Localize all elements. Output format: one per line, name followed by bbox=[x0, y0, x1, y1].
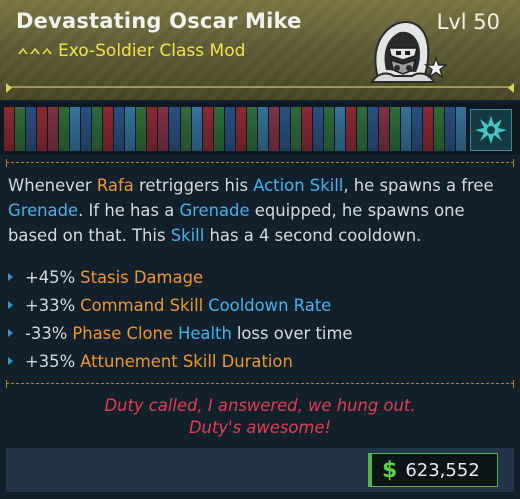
description-segment: has a 4 second cooldown. bbox=[204, 226, 422, 245]
strip-segment bbox=[81, 107, 92, 151]
item-card: Devastating Oscar Mike Exo-Soldier Class… bbox=[0, 0, 520, 499]
strip-segment bbox=[169, 107, 180, 151]
strip-segment bbox=[301, 107, 312, 151]
bullet-arrow-icon bbox=[8, 301, 13, 309]
strip-segment bbox=[37, 107, 48, 151]
header-left-corner bbox=[6, 83, 12, 93]
bonus-item: +33% Command Skill Cooldown Rate bbox=[6, 291, 514, 319]
divider-bottom bbox=[6, 380, 514, 388]
bullet-arrow-icon bbox=[8, 273, 13, 281]
rarity-chevrons-icon bbox=[18, 48, 52, 54]
strip-segment bbox=[59, 107, 70, 151]
bullet-arrow-icon bbox=[8, 329, 13, 337]
strip-segment bbox=[48, 107, 59, 151]
header-underline bbox=[8, 86, 512, 88]
strip-segment bbox=[70, 107, 81, 151]
bonus-stat: Cooldown Rate bbox=[208, 295, 332, 315]
strip-segment bbox=[334, 107, 345, 151]
bonus-value: +35% bbox=[25, 351, 76, 371]
item-footer: $ 623,552 bbox=[6, 448, 514, 492]
strip-segment bbox=[202, 107, 213, 151]
divider-top bbox=[6, 159, 514, 167]
description-segment: , he spawns a free bbox=[343, 176, 494, 195]
bonus-value: +33% bbox=[25, 295, 76, 315]
bonus-stat: loss over time bbox=[236, 323, 353, 343]
description-segment: retriggers his bbox=[133, 176, 254, 195]
description-segment: Skill bbox=[170, 226, 205, 245]
strip-segment bbox=[279, 107, 290, 151]
strip-segment bbox=[445, 107, 456, 151]
strip-segment bbox=[26, 107, 37, 151]
strip-segment bbox=[379, 107, 390, 151]
bonus-item: +45% Stasis Damage bbox=[6, 263, 514, 291]
flavor-line-2: Duty's awesome! bbox=[188, 418, 332, 437]
strip-segment bbox=[390, 107, 401, 151]
strip-segment bbox=[136, 107, 147, 151]
strip-segment bbox=[290, 107, 301, 151]
price-tag: $ 623,552 bbox=[368, 453, 498, 487]
strip-segment bbox=[257, 107, 268, 151]
bonus-stat: Health bbox=[178, 323, 232, 343]
bonus-stat: Phase Clone bbox=[72, 323, 174, 343]
header-right-corner bbox=[508, 83, 514, 93]
strip-segment bbox=[235, 107, 246, 151]
strip-segment bbox=[323, 107, 334, 151]
strip-segment bbox=[103, 107, 114, 151]
strip-segment bbox=[434, 107, 445, 151]
strip-segment bbox=[224, 107, 235, 151]
strip-segment bbox=[114, 107, 125, 151]
strip-segment bbox=[246, 107, 257, 151]
item-description: Whenever Rafa retriggers his Action Skil… bbox=[8, 173, 514, 248]
manufacturer-strip bbox=[0, 103, 520, 155]
stripe-bar bbox=[4, 107, 467, 151]
strip-segment bbox=[412, 107, 423, 151]
strip-segment bbox=[456, 107, 467, 151]
strip-segment bbox=[357, 107, 368, 151]
description-segment: Grenade bbox=[8, 201, 79, 220]
description-segment: Action Skill bbox=[253, 176, 344, 195]
strip-segment bbox=[423, 107, 434, 151]
flavor-line-1: Duty called, I answered, we hung out. bbox=[104, 396, 416, 415]
bonus-value: -33% bbox=[25, 323, 68, 343]
strip-segment bbox=[158, 107, 169, 151]
bonus-value: +45% bbox=[25, 267, 76, 287]
description-segment: Whenever bbox=[8, 176, 97, 195]
item-name: Devastating Oscar Mike bbox=[16, 9, 302, 33]
description-segment: Grenade bbox=[179, 201, 250, 220]
strip-segment bbox=[15, 107, 26, 151]
strip-segment bbox=[191, 107, 202, 151]
strip-segment bbox=[180, 107, 191, 151]
hooded-soldier-class-icon bbox=[370, 21, 448, 83]
strip-segment bbox=[4, 107, 15, 151]
bonus-item: +35% Attunement Skill Duration bbox=[6, 347, 514, 375]
bonus-stat: Stasis Damage bbox=[80, 267, 204, 287]
crystal-splash-icon bbox=[470, 109, 512, 151]
strip-segment bbox=[312, 107, 323, 151]
bonus-item: -33% Phase Clone Health loss over time bbox=[6, 319, 514, 347]
strip-segment bbox=[268, 107, 279, 151]
bonus-stat: Attunement Skill Duration bbox=[80, 351, 293, 371]
item-type-row: Exo-Soldier Class Mod bbox=[18, 40, 245, 62]
bonus-list: +45% Stasis Damage +33% Command Skill Cooldo… bbox=[6, 263, 514, 375]
strip-segment bbox=[147, 107, 158, 151]
strip-segment bbox=[92, 107, 103, 151]
strip-segment bbox=[213, 107, 224, 151]
item-type: Exo-Soldier Class Mod bbox=[58, 41, 246, 61]
price-value: 623,552 bbox=[405, 459, 480, 481]
strip-segment bbox=[345, 107, 356, 151]
flavor-text: Duty called, I answered, we hung out. Du… bbox=[0, 395, 520, 439]
description-segment: . If he has a bbox=[78, 201, 180, 220]
bonus-stat: Command Skill bbox=[80, 295, 204, 315]
dollar-icon: $ bbox=[382, 457, 398, 483]
strip-segment bbox=[401, 107, 412, 151]
description-segment: Rafa bbox=[96, 176, 134, 195]
strip-segment bbox=[368, 107, 379, 151]
strip-segment bbox=[125, 107, 136, 151]
bullet-arrow-icon bbox=[8, 357, 13, 365]
